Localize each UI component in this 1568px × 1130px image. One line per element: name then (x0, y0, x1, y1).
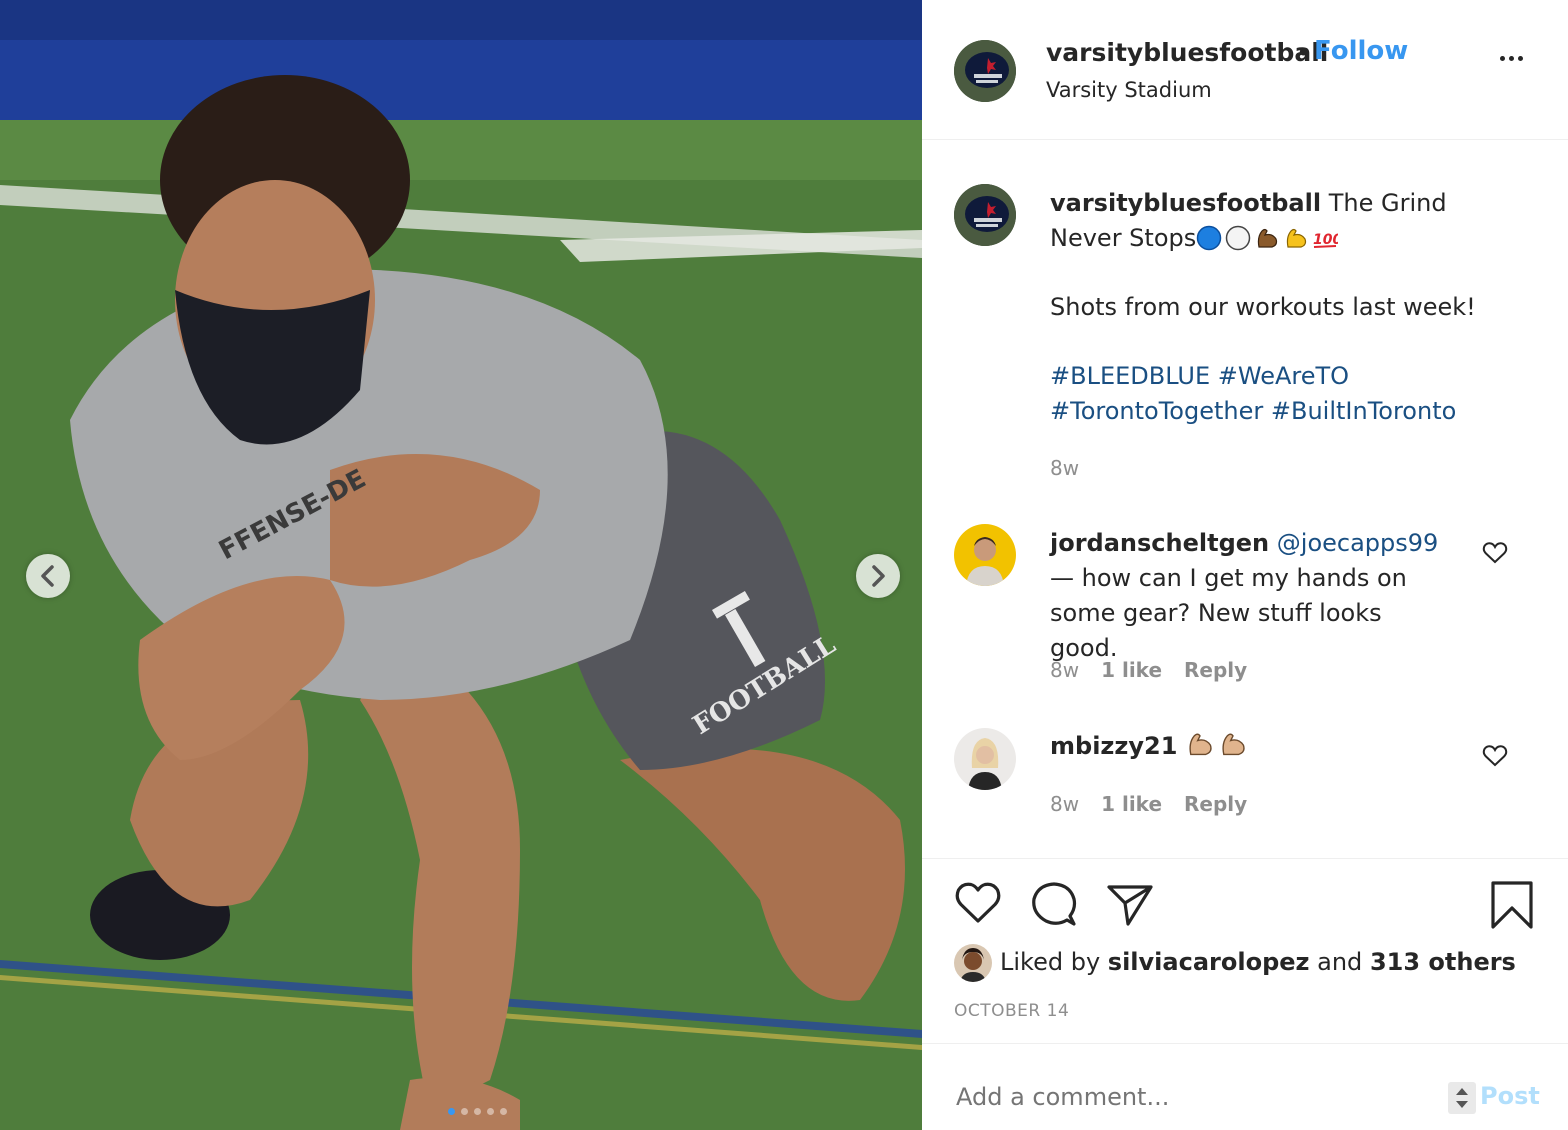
carousel-indicator (448, 1108, 507, 1115)
caption-timestamp[interactable]: 8w (1050, 456, 1079, 480)
like-comment-button[interactable] (1482, 541, 1508, 569)
caption-body: Shots from our workouts last week! (1050, 293, 1476, 321)
paper-plane-icon (1107, 885, 1153, 926)
share-button[interactable] (1106, 882, 1154, 932)
bookmark-icon (1491, 881, 1533, 929)
likes-joiner: and (1317, 948, 1363, 976)
comment-username[interactable]: mbizzy21 (1050, 732, 1177, 760)
hashtag-link[interactable]: #TorontoTogether (1050, 397, 1263, 425)
likes-prefix: Liked by (1000, 948, 1101, 976)
comment-body: mbizzy21 (1050, 729, 1450, 764)
helmet-logo-icon (954, 40, 1016, 102)
comment-emojis (1185, 732, 1251, 760)
blue-circle-emoji (1197, 225, 1222, 251)
carousel-dot (461, 1108, 468, 1115)
reply-button[interactable]: Reply (1184, 658, 1247, 682)
header-username[interactable]: varsitybluesfootball (1046, 38, 1328, 67)
commenter-avatar[interactable] (954, 524, 1016, 586)
heart-icon (955, 882, 1001, 923)
flexed-biceps-yellow-emoji (1287, 228, 1307, 248)
location-link[interactable]: Varsity Stadium (1046, 78, 1212, 102)
hundred-points-emoji: 100 (1313, 232, 1338, 248)
white-circle-emoji (1226, 225, 1251, 251)
person-avatar-icon (960, 948, 986, 982)
carousel-dot (500, 1108, 507, 1115)
hashtag-link[interactable]: #WeAreTO (1218, 362, 1349, 390)
up-down-arrows-icon (1456, 1088, 1468, 1108)
post-photo[interactable]: FFENSE-DE FOOTBALL (0, 0, 922, 1130)
post-caption: varsitybluesfootball The Grind Never Sto… (1050, 186, 1520, 429)
flexed-biceps-light-emoji (1222, 733, 1245, 756)
caption-emojis: 100 (1196, 224, 1341, 252)
like-button[interactable] (954, 880, 1002, 930)
flexed-biceps-light-emoji (1189, 733, 1212, 756)
caption-avatar[interactable] (954, 184, 1016, 246)
carousel-dot (474, 1108, 481, 1115)
comment-body: jordanscheltgen @joecapps99 — how can I … (1050, 526, 1450, 666)
divider (922, 858, 1568, 859)
carousel-dot (448, 1108, 455, 1115)
carousel-next-button[interactable] (856, 554, 900, 598)
hashtag-link[interactable]: #BLEEDBLUE (1050, 362, 1210, 390)
chevron-right-icon (872, 565, 885, 587)
scroll-spinner[interactable] (1448, 1082, 1476, 1114)
divider (922, 1043, 1568, 1044)
likes-summary: Liked by silviacarolopez and 313 others (1000, 948, 1516, 976)
follow-button[interactable]: Follow (1314, 36, 1408, 66)
more-options-button[interactable] (1500, 56, 1523, 61)
heart-outline-icon (1482, 745, 1508, 767)
person-avatar-icon (966, 537, 1004, 586)
liker-avatar[interactable] (954, 944, 992, 982)
divider (922, 139, 1568, 140)
like-comment-button[interactable] (1482, 744, 1508, 772)
post-comment-button[interactable]: Post (1480, 1082, 1540, 1110)
liker-username[interactable]: silviacarolopez (1108, 948, 1310, 976)
flexed-biceps-brown-emoji (1258, 228, 1278, 248)
comment-input[interactable] (954, 1082, 1418, 1112)
comment-meta: 8w 1 like Reply (1050, 792, 1247, 816)
heart-outline-icon (1482, 542, 1508, 564)
comment-bubble-icon (1032, 882, 1077, 926)
post-date[interactable]: OCTOBER 14 (954, 1001, 1069, 1021)
helmet-logo-icon (954, 184, 1016, 246)
comment-timestamp[interactable]: 8w (1050, 658, 1079, 682)
carousel-prev-button[interactable] (26, 554, 70, 598)
reply-button[interactable]: Reply (1184, 792, 1247, 816)
comment-timestamp[interactable]: 8w (1050, 792, 1079, 816)
account-avatar[interactable] (954, 40, 1016, 102)
more-horizontal-icon (1500, 56, 1505, 61)
hashtag-link[interactable]: #BuiltInToronto (1271, 397, 1456, 425)
person-avatar-icon (968, 738, 1002, 790)
header-separator: • (1296, 38, 1311, 67)
caption-username[interactable]: varsitybluesfootball (1050, 189, 1321, 217)
comment-likes[interactable]: 1 like (1101, 658, 1162, 682)
comment-likes[interactable]: 1 like (1101, 792, 1162, 816)
photo-image: FFENSE-DE FOOTBALL (0, 0, 922, 1130)
comment-username[interactable]: jordanscheltgen (1050, 529, 1269, 557)
comment-mention[interactable]: @joecapps99 (1277, 529, 1439, 557)
carousel-dot (487, 1108, 494, 1115)
post-side-panel: varsitybluesfootball • Follow Varsity St… (922, 0, 1568, 1130)
commenter-avatar[interactable] (954, 728, 1016, 790)
comment-button[interactable] (1030, 880, 1078, 932)
likes-others-link[interactable]: 313 others (1370, 948, 1516, 976)
comment-meta: 8w 1 like Reply (1050, 658, 1247, 682)
comment-text: — how can I get my hands on some gear? N… (1050, 564, 1407, 662)
chevron-left-icon (41, 565, 54, 587)
save-button[interactable] (1490, 880, 1534, 934)
